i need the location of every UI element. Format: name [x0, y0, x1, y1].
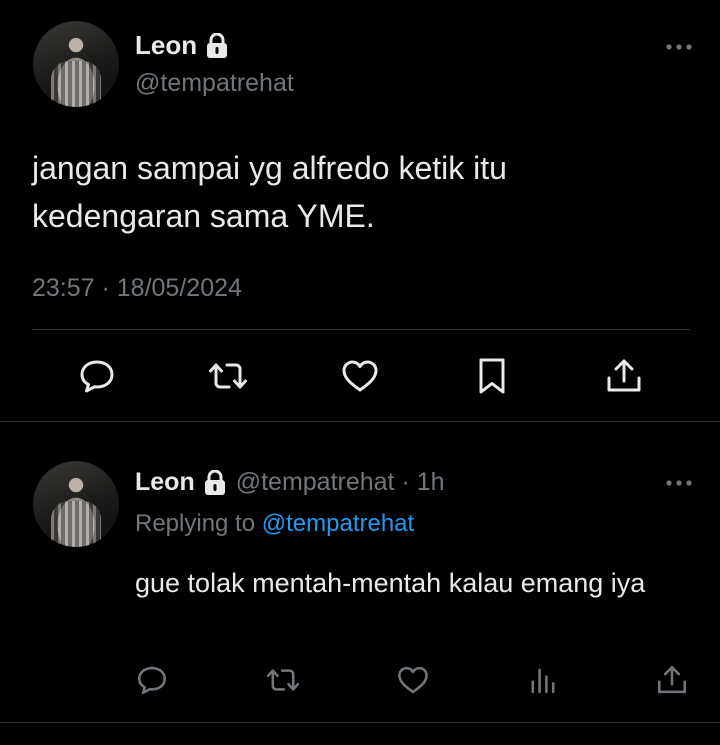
replying-mention-link[interactable]: @tempatrehat: [262, 510, 414, 537]
reply-author-row: Leon @tempatrehat · 1h: [135, 468, 445, 497]
avatar[interactable]: [33, 21, 119, 107]
like-button[interactable]: [336, 352, 384, 400]
lock-icon: [204, 469, 225, 495]
retweet-icon: [266, 669, 300, 691]
divider: [32, 329, 690, 330]
reply-action-bar: [0, 656, 720, 704]
author-name[interactable]: Leon: [135, 30, 197, 61]
tweet-action-bar: [0, 350, 720, 406]
author-handle[interactable]: @tempatrehat: [135, 69, 294, 98]
tweet-thread: Leon @tempatrehat jangan sampai yg alfre…: [0, 0, 720, 745]
reply-button[interactable]: [73, 352, 121, 400]
tweet-timestamp[interactable]: 23:57 · 18/05/2024: [32, 274, 242, 303]
share-button[interactable]: [648, 656, 696, 704]
divider: [0, 722, 720, 723]
reply-button[interactable]: [128, 656, 176, 704]
reply-handle-time[interactable]: @tempatrehat · 1h: [236, 468, 445, 497]
views-button[interactable]: [519, 656, 567, 704]
heart-icon: [398, 666, 428, 694]
more-horizontal-icon[interactable]: [665, 42, 693, 52]
lock-icon: [207, 32, 228, 58]
speech-bubble-icon: [137, 666, 167, 695]
bar-chart-icon: [531, 668, 555, 694]
author-name[interactable]: Leon: [135, 468, 195, 497]
avatar[interactable]: [33, 461, 119, 547]
replying-prefix: Replying to: [135, 510, 256, 537]
like-button[interactable]: [389, 656, 437, 704]
share-button[interactable]: [600, 352, 648, 400]
share-upload-icon: [607, 359, 641, 392]
main-tweet: Leon @tempatrehat jangan sampai yg alfre…: [0, 0, 720, 422]
bookmark-button[interactable]: [468, 352, 516, 400]
retweet-button[interactable]: [204, 352, 252, 400]
more-horizontal-icon[interactable]: [665, 478, 693, 488]
speech-bubble-icon: [80, 360, 114, 393]
retweet-icon: [209, 363, 247, 389]
author-name-row: Leon: [135, 30, 228, 61]
heart-icon: [342, 360, 378, 392]
retweet-button[interactable]: [259, 656, 307, 704]
share-upload-icon: [657, 665, 687, 694]
replying-to: Replying to @tempatrehat: [135, 510, 414, 538]
reply-text: gue tolak mentah-mentah kalau emang iya: [135, 568, 646, 598]
tweet-text: jangan sampai yg alfredo ketik itu keden…: [32, 150, 507, 234]
divider: [0, 421, 720, 422]
bookmark-icon: [479, 358, 505, 394]
